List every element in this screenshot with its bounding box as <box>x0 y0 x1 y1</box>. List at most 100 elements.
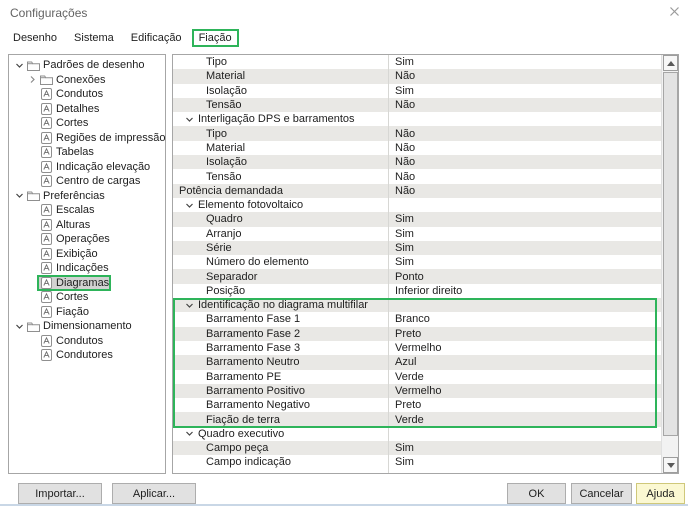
chevron-down-icon[interactable] <box>185 429 194 438</box>
tree-item-cortes[interactable]: Cortes <box>9 290 165 305</box>
property-value[interactable]: Branco <box>388 313 430 325</box>
apply-button[interactable]: Aplicar... <box>112 483 196 504</box>
property-value[interactable]: Sim <box>388 256 414 268</box>
close-icon[interactable] <box>663 2 685 20</box>
tree-item-label: Indicações <box>56 262 109 274</box>
grid-row-posicao[interactable]: PosiçãoInferior direito <box>173 284 661 298</box>
property-value[interactable]: Sim <box>388 242 414 254</box>
grid-row-isolacao[interactable]: IsolaçãoNão <box>173 155 661 169</box>
chevron-right-icon[interactable] <box>26 75 39 84</box>
property-value[interactable]: Preto <box>388 399 421 411</box>
tree-item-diagramas[interactable]: Diagramas <box>9 276 165 291</box>
tree-item-label: Dimensionamento <box>43 320 132 332</box>
property-value[interactable]: Sim <box>388 85 414 97</box>
help-button[interactable]: Ajuda <box>636 483 685 504</box>
grid-row-isolacao[interactable]: IsolaçãoSim <box>173 84 661 98</box>
chevron-down-icon[interactable] <box>185 301 194 310</box>
ok-button[interactable]: OK <box>507 483 566 504</box>
grid-row-barramento-fase-3[interactable]: Barramento Fase 3Vermelho <box>173 341 661 355</box>
tree-item-conexoes[interactable]: Conexões <box>9 73 165 88</box>
tree-item-detalhes[interactable]: Detalhes <box>9 102 165 117</box>
property-value[interactable]: Inferior direito <box>388 285 462 297</box>
grid-row-barramento-negativo[interactable]: Barramento NegativoPreto <box>173 398 661 412</box>
grid-row-tensao[interactable]: TensãoNão <box>173 169 661 183</box>
cancel-button[interactable]: Cancelar <box>571 483 632 504</box>
tree-item-alturas[interactable]: Alturas <box>9 218 165 233</box>
property-value[interactable]: Não <box>388 171 415 183</box>
grid-row-fiacao-de-terra[interactable]: Fiação de terraVerde <box>173 412 661 426</box>
tree-item-preferencias[interactable]: Preferências <box>9 189 165 204</box>
grid-row-campo-indicacao[interactable]: Campo indicaçãoSim <box>173 455 661 469</box>
grid-row-material[interactable]: MaterialNão <box>173 69 661 83</box>
property-value[interactable]: Sim <box>388 442 414 454</box>
grid-row-tipo[interactable]: TipoSim <box>173 55 661 69</box>
property-value[interactable]: Vermelho <box>388 342 441 354</box>
grid-row-barramento-fase-1[interactable]: Barramento Fase 1Branco <box>173 312 661 326</box>
grid-row-campo-peca[interactable]: Campo peçaSim <box>173 441 661 455</box>
tree-item-fiacao[interactable]: Fiação <box>9 305 165 320</box>
property-value[interactable]: Ponto <box>388 271 424 283</box>
grid-row-arranjo[interactable]: ArranjoSim <box>173 227 661 241</box>
property-value[interactable]: Sim <box>388 56 414 68</box>
property-value[interactable]: Não <box>388 99 415 111</box>
tree-item-padroes-de-desenho[interactable]: Padrões de desenho <box>9 58 165 73</box>
grid-row-separador[interactable]: SeparadorPonto <box>173 269 661 283</box>
property-value[interactable]: Vermelho <box>388 385 441 397</box>
property-value[interactable]: Não <box>388 128 415 140</box>
property-name: Quadro <box>206 213 243 225</box>
tree-item-tabelas[interactable]: Tabelas <box>9 145 165 160</box>
property-value[interactable]: Sim <box>388 456 414 468</box>
property-value[interactable]: Não <box>388 156 415 168</box>
chevron-down-icon[interactable] <box>185 201 194 210</box>
property-value[interactable]: Não <box>388 185 415 197</box>
tree-item-condutos[interactable]: Condutos <box>9 334 165 349</box>
grid-group-identificacao-no-diagrama-multifilar[interactable]: Identificação no diagrama multifilar <box>173 298 661 312</box>
tree-item-indicacao-elevacao[interactable]: Indicação elevação <box>9 160 165 175</box>
property-value[interactable]: Não <box>388 70 415 82</box>
property-value[interactable]: Não <box>388 142 415 154</box>
property-value[interactable]: Sim <box>388 228 414 240</box>
property-value[interactable]: Azul <box>388 356 416 368</box>
tree-item-dimensionamento[interactable]: Dimensionamento <box>9 319 165 334</box>
import-button[interactable]: Importar... <box>18 483 102 504</box>
tree-item-operacoes[interactable]: Operações <box>9 232 165 247</box>
chevron-down-icon[interactable] <box>13 322 26 331</box>
grid-row-tipo[interactable]: TipoNão <box>173 126 661 140</box>
property-value[interactable]: Sim <box>388 213 414 225</box>
property-value[interactable]: Preto <box>388 328 421 340</box>
tab-fiacao[interactable]: Fiação <box>192 29 239 47</box>
property-value[interactable]: Verde <box>388 414 424 426</box>
tab-edificacao[interactable]: Edificação <box>124 29 189 47</box>
grid-group-quadro-executivo[interactable]: Quadro executivo <box>173 427 661 441</box>
grid-row-serie[interactable]: SérieSim <box>173 241 661 255</box>
tree-item-cortes[interactable]: Cortes <box>9 116 165 131</box>
grid-row-barramento-neutro[interactable]: Barramento NeutroAzul <box>173 355 661 369</box>
scrollbar-thumb[interactable] <box>663 72 678 436</box>
grid-row-barramento-pe[interactable]: Barramento PEVerde <box>173 370 661 384</box>
tree-item-regioes-de-impressao[interactable]: Regiões de impressão <box>9 131 165 146</box>
tree-item-condutores[interactable]: Condutores <box>9 348 165 363</box>
grid-row-barramento-fase-2[interactable]: Barramento Fase 2Preto <box>173 327 661 341</box>
grid-row-numero-do-elemento[interactable]: Número do elementoSim <box>173 255 661 269</box>
tab-sistema[interactable]: Sistema <box>67 29 121 47</box>
grid-row-tensao[interactable]: TensãoNão <box>173 98 661 112</box>
property-value[interactable]: Verde <box>388 371 424 383</box>
tree-item-exibicao[interactable]: Exibição <box>9 247 165 262</box>
tab-desenho[interactable]: Desenho <box>6 29 64 47</box>
vertical-scrollbar[interactable] <box>661 55 678 473</box>
grid-group-elemento-fotovoltaico[interactable]: Elemento fotovoltaico <box>173 198 661 212</box>
chevron-down-icon[interactable] <box>13 191 26 200</box>
scroll-up-arrow-icon[interactable] <box>663 55 678 71</box>
tree-item-condutos[interactable]: Condutos <box>9 87 165 102</box>
chevron-down-icon[interactable] <box>185 115 194 124</box>
tree-item-centro-de-cargas[interactable]: Centro de cargas <box>9 174 165 189</box>
scroll-down-arrow-icon[interactable] <box>663 457 678 473</box>
grid-row-quadro[interactable]: Quadro Sim <box>173 212 661 226</box>
grid-row-potencia-demandada[interactable]: Potência demandadaNão <box>173 184 661 198</box>
chevron-down-icon[interactable] <box>13 61 26 70</box>
grid-row-material[interactable]: MaterialNão <box>173 141 661 155</box>
grid-row-barramento-positivo[interactable]: Barramento PositivoVermelho <box>173 384 661 398</box>
tree-item-escalas[interactable]: Escalas <box>9 203 165 218</box>
grid-group-interligacao-dps-e-barramentos[interactable]: Interligação DPS e barramentos <box>173 112 661 126</box>
tree-item-indicacoes[interactable]: Indicações <box>9 261 165 276</box>
